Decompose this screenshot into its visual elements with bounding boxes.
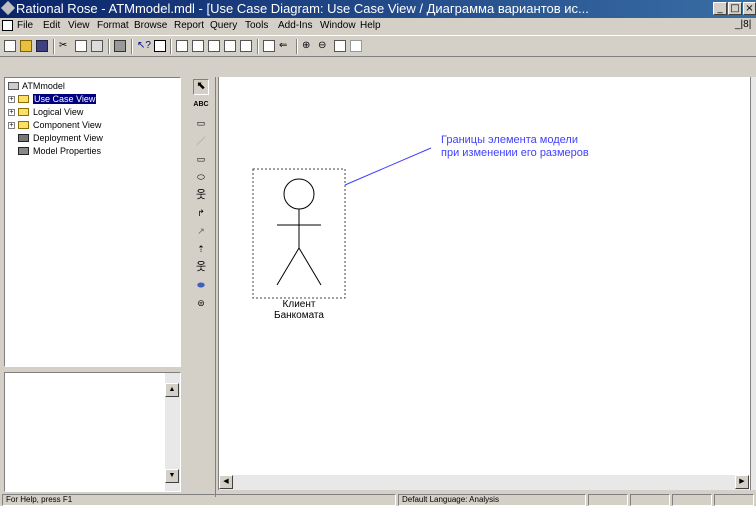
- documentation-window[interactable]: ▲ ▼: [4, 372, 181, 492]
- annotation-text: Границы элемента модели при изменении ег…: [441, 134, 589, 160]
- fit-in-window-icon[interactable]: [334, 40, 346, 52]
- tree-item-model-properties[interactable]: Model Properties: [33, 146, 101, 156]
- actor-name-line-2: Банкомата: [274, 310, 324, 321]
- expand-plus-icon[interactable]: +: [8, 122, 15, 129]
- menu-edit[interactable]: Edit: [43, 20, 60, 31]
- scroll-down-button[interactable]: ▼: [165, 469, 179, 483]
- folder-icon: [18, 108, 29, 116]
- actor-figure[interactable]: [276, 178, 322, 286]
- business-actor-tool-icon[interactable]: 웃: [193, 259, 209, 275]
- zoom-out-icon[interactable]: ⊖: [318, 40, 330, 52]
- actor-name[interactable]: Клиент Банкомата: [259, 299, 339, 321]
- menu-browse[interactable]: Browse: [134, 20, 167, 31]
- tree-item-component-view[interactable]: Component View: [33, 120, 101, 130]
- diagram-canvas[interactable]: Границы элемента модели при изменении ег…: [218, 77, 756, 490]
- use-case-tool-icon[interactable]: ⬭: [193, 169, 209, 185]
- diagram-toolbox: ⬉ ABC ▭ ／ ▭ ⬭ 웃 ↱ ↗ ⇡ 웃 ⬬ ⊜: [189, 77, 216, 497]
- scroll-left-button[interactable]: ◀: [219, 475, 233, 489]
- text-box-tool[interactable]: ABC: [193, 97, 209, 113]
- status-language: Default Language: Analysis: [398, 494, 586, 506]
- menu-file[interactable]: File: [17, 20, 33, 31]
- tree-item-atmmodel[interactable]: ATMmodel: [22, 81, 65, 91]
- canvas-horizontal-scrollbar[interactable]: ◀ ▶: [219, 475, 749, 490]
- menu-query[interactable]: Query: [210, 20, 237, 31]
- open-folder-icon[interactable]: [20, 40, 32, 52]
- dependency-tool-icon[interactable]: ↗: [193, 223, 209, 239]
- close-button[interactable]: ×: [743, 2, 756, 15]
- new-file-icon[interactable]: [4, 40, 16, 52]
- actor-tool-icon[interactable]: 웃: [193, 187, 209, 203]
- note-tool-icon[interactable]: ▭: [193, 115, 209, 131]
- tree-item-logical-view[interactable]: Logical View: [33, 107, 83, 117]
- unidirectional-association-tool-icon[interactable]: ↱: [193, 205, 209, 221]
- anchor-note-tool-icon[interactable]: ／: [193, 133, 209, 149]
- status-panel-2: [630, 494, 670, 506]
- menu-window[interactable]: Window: [320, 20, 356, 31]
- browse-diagram-icon[interactable]: [154, 40, 166, 52]
- deployment-icon: [18, 134, 29, 142]
- document-icon[interactable]: [2, 20, 13, 31]
- expand-plus-icon[interactable]: +: [8, 109, 15, 116]
- save-icon[interactable]: [36, 40, 48, 52]
- browse-previous-diagram-icon[interactable]: ⇐: [279, 40, 291, 52]
- business-use-case-tool-icon[interactable]: ⬬: [193, 277, 209, 293]
- tree-item-deployment-view[interactable]: Deployment View: [33, 133, 103, 143]
- context-help-icon[interactable]: ↖?: [137, 40, 151, 52]
- rose-app-icon[interactable]: [0, 0, 16, 16]
- copy-icon[interactable]: [75, 40, 87, 52]
- menu-help[interactable]: Help: [360, 20, 381, 31]
- browse-deployment-diagram-icon[interactable]: [240, 40, 252, 52]
- maximize-button[interactable]: □: [728, 2, 742, 15]
- actor-name-line-1: Клиент: [282, 299, 316, 310]
- browse-parent-icon[interactable]: [263, 40, 275, 52]
- menu-tools[interactable]: Tools: [245, 20, 268, 31]
- status-help-text: For Help, press F1: [2, 494, 396, 506]
- folder-icon: [18, 121, 29, 129]
- properties-icon: [18, 147, 29, 155]
- tree-item-use-case-view[interactable]: Use Case View: [33, 94, 97, 104]
- annotation-line-1: Границы элемента модели: [441, 134, 578, 146]
- status-bar: For Help, press F1 Default Language: Ana…: [0, 493, 756, 506]
- zoom-in-icon[interactable]: ⊕: [302, 40, 314, 52]
- browse-interaction-diagram-icon[interactable]: [192, 40, 204, 52]
- expand-plus-icon[interactable]: +: [8, 96, 15, 103]
- annotation-leader-line: [344, 147, 432, 186]
- undo-fit-icon[interactable]: [350, 40, 362, 52]
- browse-state-diagram-icon[interactable]: [224, 40, 236, 52]
- canvas-vertical-scrollbar[interactable]: [750, 77, 756, 490]
- browse-component-diagram-icon[interactable]: [208, 40, 220, 52]
- menu-addins[interactable]: Add-Ins: [278, 20, 312, 31]
- model-browser[interactable]: ATMmodel + Use Case View + Logical View …: [4, 77, 181, 367]
- model-icon: [8, 82, 19, 90]
- mdi-window-controls[interactable]: _|8|: [735, 19, 751, 30]
- title-bar[interactable]: Rational Rose - ATMmodel.mdl - [Use Case…: [0, 0, 756, 18]
- doc-vertical-scrollbar[interactable]: ▲ ▼: [165, 373, 180, 491]
- status-panel-3: [672, 494, 712, 506]
- menu-format[interactable]: Format: [97, 20, 129, 31]
- menu-report[interactable]: Report: [174, 20, 204, 31]
- package-tool-icon[interactable]: ▭: [193, 151, 209, 167]
- status-panel-1: [588, 494, 628, 506]
- cut-icon[interactable]: ✂: [59, 40, 71, 52]
- selection-tool-icon[interactable]: ⬉: [193, 79, 209, 95]
- status-panel-4: [714, 494, 754, 506]
- browse-class-diagram-icon[interactable]: [176, 40, 188, 52]
- paste-icon[interactable]: [91, 40, 103, 52]
- menu-bar: File Edit View Format Browse Report Quer…: [0, 18, 756, 34]
- business-worker-tool-icon[interactable]: ⊜: [193, 295, 209, 311]
- generalization-tool-icon[interactable]: ⇡: [193, 241, 209, 257]
- scroll-up-button[interactable]: ▲: [165, 383, 179, 397]
- main-toolbar: ✂ ↖? ⇐ ⊕ ⊖: [0, 35, 756, 57]
- annotation-line-2: при изменении его размеров: [441, 147, 589, 159]
- window-title: Rational Rose - ATMmodel.mdl - [Use Case…: [16, 1, 589, 16]
- folder-icon: [18, 95, 29, 103]
- scroll-right-button[interactable]: ▶: [735, 475, 749, 489]
- minimize-button[interactable]: _: [713, 2, 727, 15]
- print-icon[interactable]: [114, 40, 126, 52]
- menu-view[interactable]: View: [68, 20, 90, 31]
